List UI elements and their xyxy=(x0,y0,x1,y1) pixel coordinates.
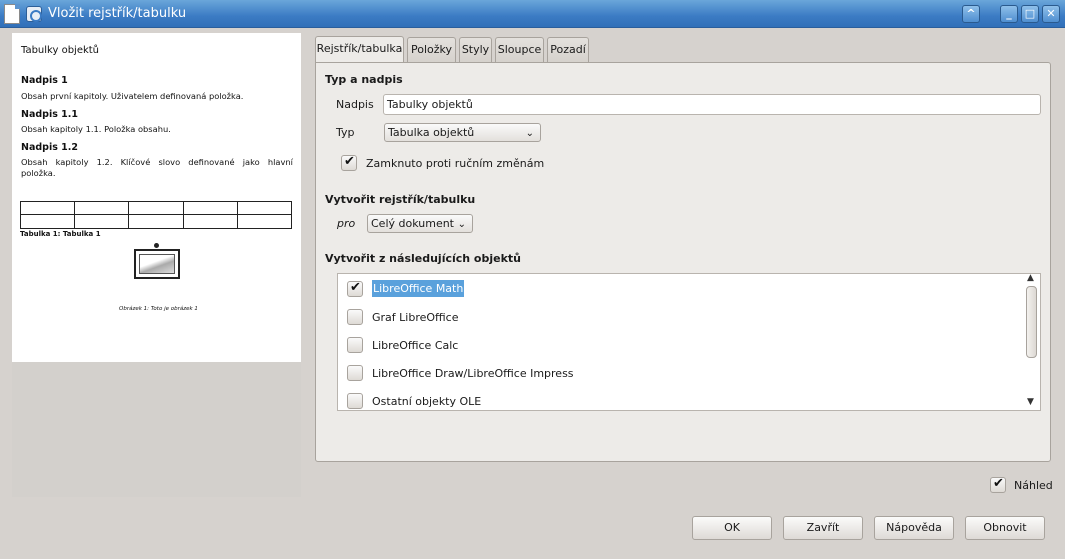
preview-heading-1: Nadpis 1 xyxy=(21,75,68,86)
minimize-button[interactable]: _ xyxy=(1000,5,1018,23)
check-icon: ✔ xyxy=(993,476,1004,491)
objects-list: ✔ LibreOffice Math Graf LibreOffice Libr… xyxy=(337,273,1041,411)
type-dropdown[interactable]: Tabulka objektů ⌄ xyxy=(384,123,541,142)
chart-checkbox[interactable] xyxy=(347,309,363,325)
preview-heading-1-1: Nadpis 1.1 xyxy=(21,109,79,120)
scope-dropdown[interactable]: Celý dokument ⌄ xyxy=(367,214,473,233)
list-item-label: LibreOffice Math xyxy=(372,280,465,297)
scrollbar-thumb[interactable] xyxy=(1026,286,1037,358)
maximize-button[interactable]: □ xyxy=(1021,5,1039,23)
protect-label: Zamknuto proti ručním změnám xyxy=(366,157,545,170)
list-item-chart[interactable]: Graf LibreOffice xyxy=(338,303,1024,331)
list-item-ole[interactable]: Ostatní objekty OLE xyxy=(338,387,1024,415)
preview-title: Tabulky objektů xyxy=(21,45,100,56)
type-label: Typ xyxy=(336,126,355,139)
help-button[interactable]: Nápověda xyxy=(874,516,954,540)
preview-page: Tabulky objektů Nadpis 1 Obsah první kap… xyxy=(12,33,301,362)
picture-nail xyxy=(154,243,159,248)
scope-dropdown-value: Celý dokument xyxy=(371,217,454,230)
create-section-heading: Vytvořit rejstřík/tabulku xyxy=(325,193,476,206)
type-dropdown-value: Tabulka objektů xyxy=(388,126,475,139)
document-icon xyxy=(4,4,20,24)
window-title: Vložit rejstřík/tabulku xyxy=(48,6,187,21)
scroll-down-icon[interactable]: ▼ xyxy=(1027,397,1034,407)
list-item-draw[interactable]: LibreOffice Draw/LibreOffice Impress xyxy=(338,359,1024,387)
preview-table-caption: Tabulka 1: Tabulka 1 xyxy=(20,230,101,238)
check-icon: ✔ xyxy=(350,280,361,295)
protect-checkbox[interactable]: ✔ xyxy=(341,154,357,171)
reset-button[interactable]: Obnovit xyxy=(965,516,1045,540)
tab-columns[interactable]: Sloupce xyxy=(495,37,544,64)
scroll-up-icon[interactable]: ▲ xyxy=(1027,273,1034,283)
list-item-calc[interactable]: LibreOffice Calc xyxy=(338,331,1024,359)
preview-text-1-1: Obsah kapitoly 1.1. Položka obsahu. xyxy=(21,124,171,134)
preview-heading-1-2: Nadpis 1.2 xyxy=(21,142,79,153)
list-item-label: Graf LibreOffice xyxy=(372,311,459,324)
tab-entries[interactable]: Položky xyxy=(407,37,456,64)
ole-checkbox[interactable] xyxy=(347,393,363,409)
list-item-label: LibreOffice Calc xyxy=(372,339,459,352)
preview-image-caption: Obrázek 1: Toto je obrázek 1 xyxy=(119,306,198,312)
close-window-button[interactable]: ✕ xyxy=(1042,5,1060,23)
close-button[interactable]: Zavřít xyxy=(783,516,863,540)
preview-label: Náhled xyxy=(1014,479,1053,492)
preview-text-1-2: Obsah kapitoly 1.2. Klíčové slovo defino… xyxy=(21,157,293,167)
calc-checkbox[interactable] xyxy=(347,337,363,353)
list-item-math[interactable]: ✔ LibreOffice Math xyxy=(338,275,1024,303)
chevron-down-icon: ⌄ xyxy=(525,128,534,139)
math-checkbox[interactable]: ✔ xyxy=(347,280,363,297)
title-label: Nadpis xyxy=(336,98,374,111)
check-icon: ✔ xyxy=(344,154,355,169)
window-menu-icon[interactable] xyxy=(26,6,42,22)
title-bar: Vložit rejstřík/tabulku ^ _ □ ✕ xyxy=(0,0,1065,28)
chevron-down-icon: ⌄ xyxy=(457,219,466,230)
for-label: pro xyxy=(337,217,356,230)
objects-scrollbar[interactable]: ▲ ▼ xyxy=(1024,273,1040,409)
preview-table xyxy=(20,201,292,229)
type-section-heading: Typ a nadpis xyxy=(325,73,403,86)
tab-index-table[interactable]: Rejstřík/tabulka xyxy=(315,36,404,64)
ok-button[interactable]: OK xyxy=(692,516,772,540)
tab-styles[interactable]: Styly xyxy=(459,37,492,64)
objects-section-heading: Vytvořit z následujících objektů xyxy=(325,252,522,265)
list-item-label: Ostatní objekty OLE xyxy=(372,395,482,408)
preview-text-1: Obsah první kapitoly. Uživatelem definov… xyxy=(21,91,244,101)
tab-background[interactable]: Pozadí xyxy=(547,37,589,64)
picture-frame-icon xyxy=(134,249,180,279)
preview-checkbox[interactable]: ✔ xyxy=(990,476,1006,493)
keep-above-button[interactable]: ^ xyxy=(962,5,980,23)
draw-checkbox[interactable] xyxy=(347,365,363,381)
title-input[interactable]: Tabulky objektů xyxy=(383,94,1041,115)
preview-text-1-2-cont: položka. xyxy=(21,168,56,178)
list-item-label: LibreOffice Draw/LibreOffice Impress xyxy=(372,367,574,380)
